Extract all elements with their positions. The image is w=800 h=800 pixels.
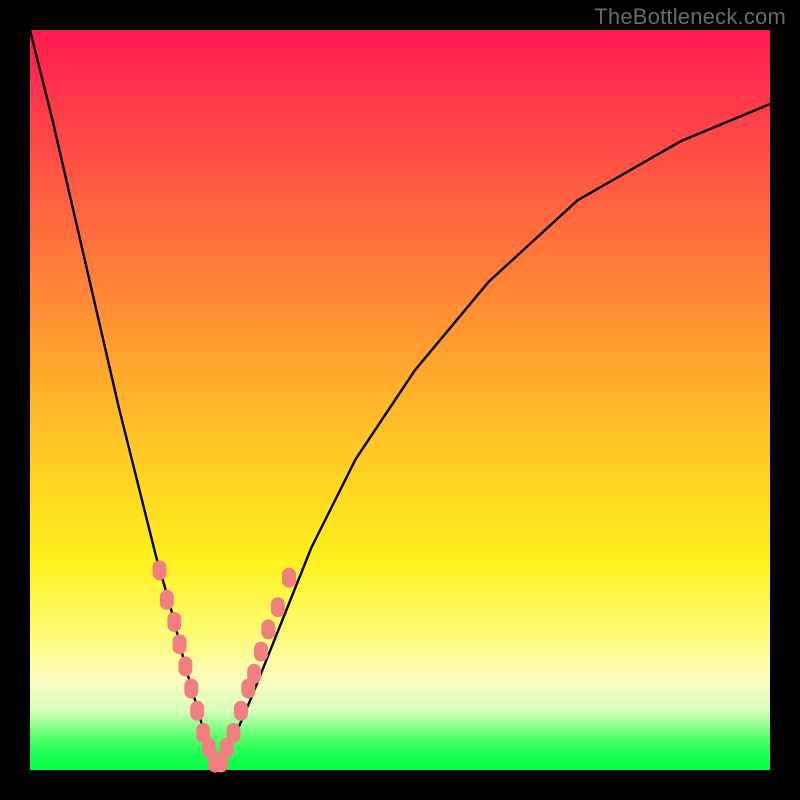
marker-point [160,590,174,610]
watermark-text: TheBottleneck.com [594,4,786,30]
marker-point [254,642,268,662]
marker-point [184,679,198,699]
marker-point [282,568,296,588]
chart-svg [30,30,770,770]
marker-point [227,723,241,743]
marker-group [153,560,297,772]
marker-point [167,612,181,632]
plot-area [30,30,770,770]
marker-point [190,701,204,721]
marker-point [247,664,261,684]
marker-point [271,597,285,617]
marker-point [178,656,192,676]
outer-frame: TheBottleneck.com [0,0,800,800]
marker-point [261,619,275,639]
marker-point [173,634,187,654]
marker-point [153,560,167,580]
marker-point [234,701,248,721]
bottleneck-curve [30,30,770,763]
